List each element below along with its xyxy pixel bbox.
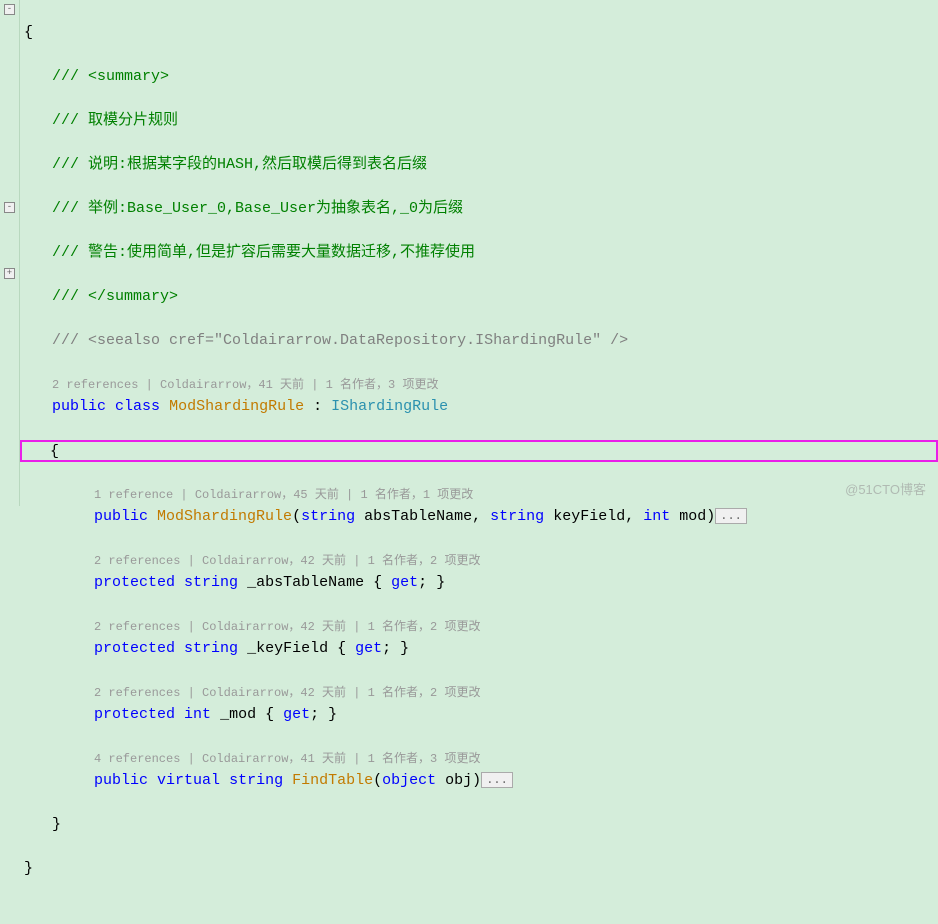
xmldoc-line: /// 取模分片规则	[52, 112, 178, 129]
code-editor: - - + { /// <summary> /// 取模分片规则 /// 说明:…	[0, 0, 938, 506]
fold-marker[interactable]: +	[4, 268, 15, 279]
xmldoc-summary-open: /// <summary>	[52, 68, 169, 85]
code-area[interactable]: { /// <summary> /// 取模分片规则 /// 说明:根据某字段的…	[20, 0, 938, 506]
codelens[interactable]: 2 references | Coldairarrow，42 天前 | 1 名作…	[24, 686, 480, 700]
collapsed-block[interactable]: ...	[715, 508, 747, 524]
xmldoc-seealso: /// <seealso cref="Coldairarrow.DataRepo…	[52, 332, 628, 349]
fold-marker[interactable]: -	[4, 4, 15, 15]
codelens[interactable]: 1 reference | Coldairarrow，45 天前 | 1 名作者…	[24, 488, 473, 502]
xmldoc-line: /// 举例:Base_User_0,Base_User为抽象表名,_0为后缀	[52, 200, 463, 217]
codelens[interactable]: 4 references | Coldairarrow，41 天前 | 1 名作…	[24, 752, 480, 766]
constructor: ModShardingRule	[157, 508, 292, 525]
method-name: FindTable	[292, 772, 373, 789]
xmldoc-line: /// 说明:根据某字段的HASH,然后取模后得到表名后缀	[52, 156, 427, 173]
property: _absTableName	[247, 574, 364, 591]
codelens[interactable]: 2 references | Coldairarrow，42 天前 | 1 名作…	[24, 554, 480, 568]
xmldoc-line: /// 警告:使用简单,但是扩容后需要大量数据迁移,不推荐使用	[52, 244, 475, 261]
interface-name: IShardingRule	[331, 398, 448, 415]
property: _keyField	[247, 640, 328, 657]
current-line-highlight: {	[20, 440, 938, 462]
codelens[interactable]: 2 references | Coldairarrow，41 天前 | 1 名作…	[24, 378, 438, 392]
property: _mod	[220, 706, 256, 723]
brace-open: {	[24, 24, 33, 41]
xmldoc-summary-close: /// </summary>	[52, 288, 178, 305]
codelens[interactable]: 2 references | Coldairarrow，42 天前 | 1 名作…	[24, 620, 480, 634]
collapsed-block[interactable]: ...	[481, 772, 513, 788]
class-name: ModShardingRule	[169, 398, 304, 415]
fold-marker[interactable]: -	[4, 202, 15, 213]
watermark: @51CTO博客	[845, 479, 926, 498]
gutter: - - +	[0, 0, 20, 506]
